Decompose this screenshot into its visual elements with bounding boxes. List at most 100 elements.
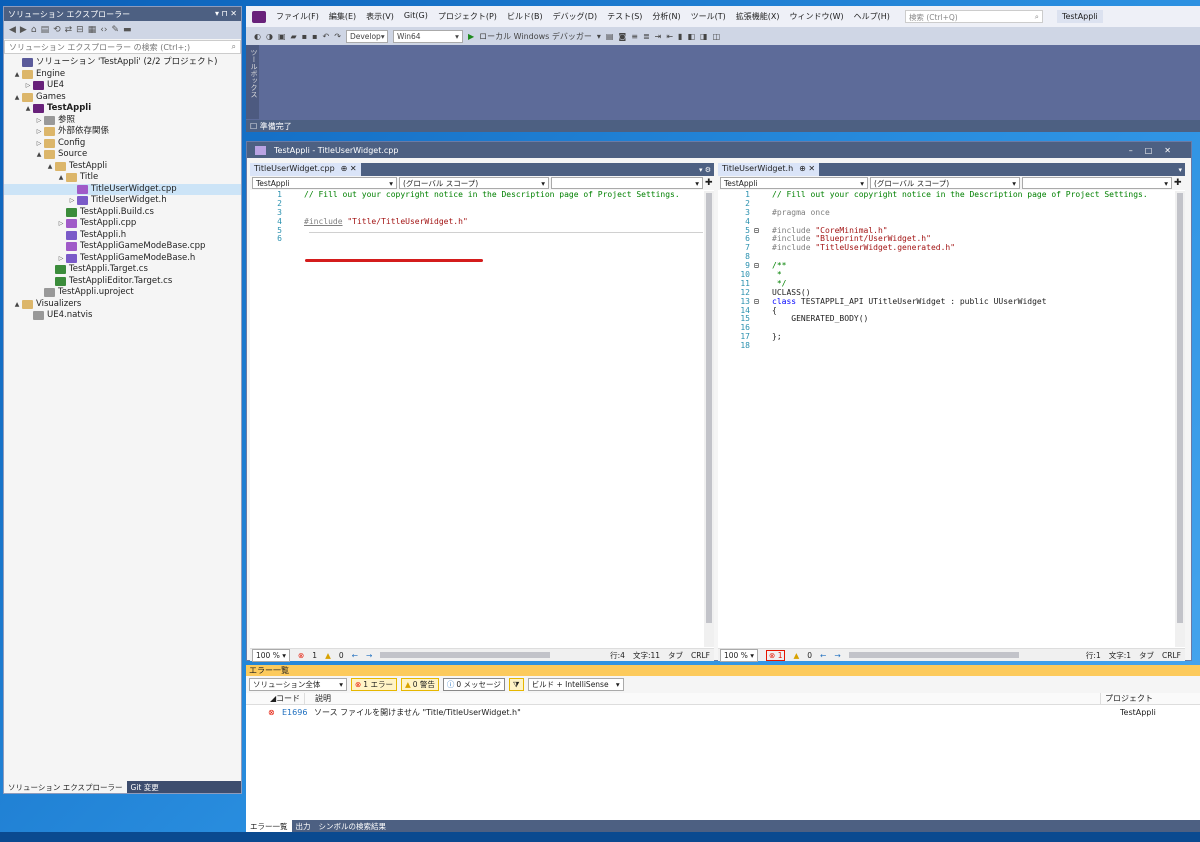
code-line[interactable]: 9 ⊟/** (718, 261, 1173, 271)
tree-item[interactable]: ▲ Games (4, 92, 241, 104)
split-icon[interactable]: ✚ (705, 178, 713, 188)
tab-pin-close-icon[interactable]: ⊕ ✕ (799, 164, 815, 175)
tab-solution-explorer[interactable]: ソリューション エクスプローラー (4, 781, 127, 793)
nav-forward-icon[interactable]: → (366, 651, 372, 660)
switch-view-icon[interactable]: ▤ (41, 25, 50, 35)
home-icon[interactable]: ⌂ (31, 25, 37, 35)
error-scope-dropdown[interactable]: ソリューション全体 ▾ (249, 678, 347, 691)
next-bookmark-icon[interactable]: ◨ (700, 32, 708, 41)
error-code[interactable]: E1696 (282, 708, 314, 717)
tree-item[interactable]: TestAppli.h (4, 230, 241, 242)
menu-item[interactable]: テスト(S) (607, 11, 642, 22)
properties-icon[interactable]: ✎ (111, 25, 119, 35)
errors-filter-toggle[interactable]: ⊗ 1 エラー (351, 678, 397, 691)
tree-item[interactable]: ▷ TestAppliGameModeBase.h (4, 253, 241, 265)
expand-arrow-icon[interactable]: ▲ (34, 149, 44, 161)
tree-item[interactable]: ▲ TestAppli (4, 161, 241, 173)
header-vertical-scrollbar[interactable] (1175, 191, 1185, 647)
member-dropdown[interactable]: ▾ (551, 177, 703, 189)
tree-item[interactable]: ▷ 参照 (4, 115, 241, 127)
nav-back-icon[interactable]: ← (820, 651, 826, 660)
expand-arrow-icon[interactable]: ▲ (23, 103, 33, 115)
warning-count[interactable]: 0 (807, 651, 812, 660)
start-debug-icon[interactable]: ▶ (468, 32, 474, 41)
open-file-icon[interactable]: ▰ (291, 32, 297, 41)
code-line[interactable]: 7 #include "TitleUserWidget.generated.h" (718, 243, 1173, 253)
menu-item[interactable]: ヘルプ(H) (854, 11, 890, 22)
nav-back-icon[interactable]: ← (352, 651, 358, 660)
tab-title-user-widget-cpp[interactable]: TitleUserWidget.cpp ⊕ ✕ (250, 163, 361, 176)
show-all-icon[interactable]: ▦ (88, 25, 97, 35)
outdent-icon[interactable]: ⇤ (666, 32, 673, 41)
clear-bookmarks-icon[interactable]: ◫ (713, 32, 721, 41)
column-sort-icon[interactable]: ◢ (246, 694, 276, 703)
expand-arrow-icon[interactable]: ▷ (34, 115, 44, 127)
code-line[interactable]: 1// Fill out your copyright notice in th… (250, 190, 702, 200)
code-line[interactable]: 2 (250, 199, 702, 209)
expand-arrow-icon[interactable]: ▲ (12, 299, 22, 311)
code-line[interactable]: 13 ⊟ class TESTAPPLI_API UTitleUserWidget … (718, 297, 1173, 307)
tree-item[interactable]: TestAppli.Target.cs (4, 264, 241, 276)
code-line[interactable]: 4 #include "Title/TitleUserWidget.h" (250, 217, 702, 227)
expand-arrow-icon[interactable]: ▲ (12, 69, 22, 81)
back-icon[interactable]: ◀ (9, 25, 16, 35)
line-ending-indicator[interactable]: CRLF (691, 651, 710, 660)
undo-icon[interactable]: ↶ (323, 32, 330, 41)
expand-arrow-icon[interactable]: ▲ (56, 172, 66, 184)
menu-item[interactable]: 表示(V) (366, 11, 394, 22)
tab-overflow-icon[interactable]: ▾ (1178, 166, 1182, 174)
menu-item[interactable]: プロジェクト(P) (438, 11, 497, 22)
chevron-down-icon[interactable]: ▾ (597, 32, 601, 41)
code-line[interactable]: 15 GENERATED_BODY() (718, 315, 1173, 324)
code-line[interactable]: 10 * (718, 270, 1173, 280)
tree-item[interactable]: TitleUserWidget.cpp (4, 183, 241, 195)
expand-arrow-icon[interactable]: ▷ (56, 218, 66, 230)
menu-item[interactable]: ファイル(F) (276, 11, 319, 22)
menu-item[interactable]: 編集(E) (329, 11, 356, 22)
code-line[interactable]: 8 (718, 252, 1173, 262)
history-icon[interactable]: ⟲ (53, 25, 61, 35)
platform-dropdown[interactable]: Win64 ▾ (392, 29, 463, 43)
tab-symbol-search[interactable]: シンボルの検索結果 (315, 820, 391, 832)
quick-search-box[interactable]: 検索 (Ctrl+Q) ⌕ (904, 10, 1043, 23)
code-line[interactable]: 16 (718, 323, 1173, 333)
column-description[interactable]: 説明 (304, 693, 1100, 704)
build-filter-dropdown[interactable]: ビルド + IntelliSense ▾ (527, 678, 624, 691)
tree-item[interactable]: ▷ TitleUserWidget.h (4, 195, 241, 207)
sync-icon[interactable]: ⇄ (65, 25, 73, 35)
tab-output[interactable]: 出力 (292, 820, 315, 832)
prev-bookmark-icon[interactable]: ◧ (687, 32, 695, 41)
tree-item[interactable]: ▲ TestAppli (4, 103, 241, 115)
nav-forward-icon[interactable]: → (834, 651, 840, 660)
global-scope-dropdown[interactable]: (グローバル スコープ) ▾ (870, 177, 1020, 189)
messages-filter-toggle[interactable]: ⓘ 0 メッセージ (442, 678, 505, 691)
tree-item[interactable]: TestAppli.Build.cs (4, 207, 241, 219)
pin-icon[interactable]: ▬ (123, 25, 132, 35)
code-line[interactable]: 18 (718, 341, 1173, 351)
tab-mode-indicator[interactable]: タブ (1139, 650, 1154, 661)
panel-window-controls[interactable]: ▾ ⊓ ✕ (215, 9, 237, 19)
forward-icon[interactable]: ▶ (20, 25, 27, 35)
project-scope-dropdown[interactable]: TestAppli ▾ (252, 177, 397, 189)
code-line[interactable]: 6 (250, 235, 702, 244)
expand-arrow-icon[interactable]: ▷ (56, 253, 66, 265)
debugger-button[interactable]: ローカル Windows デバッガー (479, 31, 592, 42)
window-controls[interactable]: –□✕ (1129, 146, 1183, 155)
zoom-dropdown[interactable]: 100 % ▾ (720, 648, 758, 662)
tab-error-list[interactable]: エラー一覧 (246, 820, 292, 832)
column-project[interactable]: プロジェクト (1100, 693, 1153, 704)
expand-arrow-icon[interactable]: ▲ (45, 161, 55, 173)
zoom-dropdown[interactable]: 100 % ▾ (252, 648, 290, 662)
split-icon[interactable]: ✚ (1174, 178, 1182, 188)
solution-search-box[interactable]: ソリューション エクスプローラー の検索 (Ctrl+;) ⌕ (4, 40, 241, 54)
error-count[interactable]: 1 (312, 651, 317, 660)
fold-toggle-icon[interactable]: ⊟ (754, 261, 772, 271)
tab-pin-close-icon[interactable]: ⊕ ✕ (341, 164, 357, 175)
tree-item[interactable]: TestAppli.uproject (4, 287, 241, 299)
filter-icon[interactable]: ⧩ (508, 678, 524, 691)
horizontal-scrollbar[interactable] (380, 652, 551, 658)
menu-item[interactable]: ウィンドウ(W) (790, 11, 844, 22)
comment-icon[interactable]: ≡ (631, 32, 638, 41)
member-dropdown[interactable]: ▾ (1022, 177, 1172, 189)
column-code[interactable]: コード (270, 693, 304, 704)
